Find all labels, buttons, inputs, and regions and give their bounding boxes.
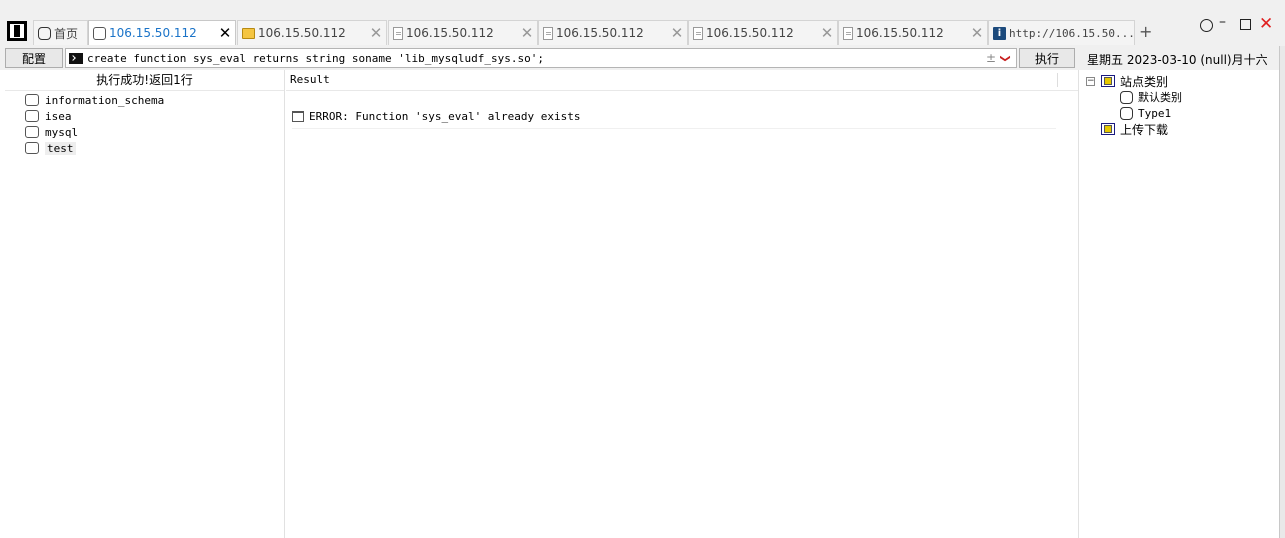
site-tree-panel: − 站点类别 默认类别 Type1 上传下载	[1080, 70, 1278, 538]
minimize-button[interactable]: –	[1219, 14, 1226, 30]
folder-icon	[242, 27, 255, 39]
tab-file-manager[interactable]: 106.15.50.112 ✕	[237, 20, 387, 45]
database-item-test[interactable]: test	[25, 140, 76, 156]
category-leaf-icon	[1120, 90, 1133, 104]
result-column-header[interactable]: Result	[286, 70, 1078, 91]
result-cell: ERROR: Function 'sys_eval' already exist…	[309, 109, 581, 123]
category-icon	[1101, 75, 1115, 87]
config-button[interactable]: 配置	[5, 48, 63, 68]
tab-database[interactable]: 106.15.50.112 ✕	[88, 20, 236, 45]
database-label: isea	[45, 109, 72, 123]
tab-web[interactable]: i http://106.15.50...	[988, 20, 1135, 45]
maximize-button[interactable]	[1240, 19, 1251, 30]
result-panel: Result ERROR: Function 'sys_eval' alread…	[286, 70, 1079, 538]
tab-bar: 首页 106.15.50.112 ✕ 106.15.50.112 ✕ 106.1…	[0, 0, 1285, 46]
close-icon[interactable]: ✕	[667, 24, 687, 42]
database-label: mysql	[45, 125, 79, 139]
tab-document-4[interactable]: 106.15.50.112 ✕	[838, 20, 988, 45]
tab-label: http://106.15.50...	[1009, 26, 1134, 40]
close-window-button[interactable]: ✕	[1259, 14, 1273, 34]
tree-label: 上传下载	[1120, 122, 1169, 137]
chevron-down-icon[interactable]: ❯	[1000, 51, 1011, 65]
table-row[interactable]: ERROR: Function 'sys_eval' already exist…	[292, 104, 1056, 129]
database-icon	[25, 126, 39, 138]
database-label: test	[45, 141, 76, 155]
row-icon	[292, 110, 304, 122]
terminal-icon	[69, 52, 83, 64]
database-item-isea[interactable]: isea	[25, 108, 72, 124]
scrollbar-edge[interactable]	[1279, 46, 1285, 538]
tree-label: Type1	[1138, 106, 1172, 120]
tree-site-category[interactable]: − 站点类别	[1086, 73, 1168, 89]
history-icon[interactable]: ±	[984, 51, 998, 65]
database-icon	[25, 94, 39, 106]
info-icon: i	[993, 26, 1006, 40]
collapse-icon[interactable]: −	[1086, 76, 1095, 86]
tab-label: 106.15.50.112	[258, 26, 346, 40]
tab-label: 106.15.50.112	[109, 26, 197, 40]
tab-label: 106.15.50.112	[856, 26, 944, 40]
tab-label: 106.15.50.112	[706, 26, 794, 40]
close-icon[interactable]: ✕	[517, 24, 537, 42]
document-icon	[843, 26, 853, 40]
command-bar: 配置 ± ❯ 执行 星期五 2023-03-10 (null)月十六	[0, 46, 1285, 70]
database-icon	[93, 26, 106, 40]
status-message: 执行成功!返回1行	[5, 70, 284, 91]
tab-home[interactable]: 首页	[33, 20, 88, 45]
tab-document-1[interactable]: 106.15.50.112 ✕	[388, 20, 538, 45]
home-icon	[38, 26, 51, 40]
tree-label: 站点类别	[1120, 74, 1169, 89]
database-icon	[25, 110, 39, 122]
tab-label: 首页	[54, 26, 79, 41]
database-icon	[25, 142, 39, 154]
sql-input[interactable]	[87, 50, 984, 66]
tree-upload-download[interactable]: 上传下载	[1101, 121, 1168, 137]
close-icon[interactable]: ✕	[817, 24, 837, 42]
document-icon	[693, 26, 703, 40]
tree-item-default-category[interactable]: 默认类别	[1120, 89, 1182, 105]
database-item-information-schema[interactable]: information_schema	[25, 92, 164, 108]
execute-button[interactable]: 执行	[1019, 48, 1075, 68]
database-label: information_schema	[45, 93, 165, 107]
database-item-mysql[interactable]: mysql	[25, 124, 78, 140]
close-icon[interactable]: ✕	[215, 24, 235, 42]
sql-command-box: ± ❯	[65, 48, 1017, 68]
tab-label: 106.15.50.112	[406, 26, 494, 40]
tab-document-3[interactable]: 106.15.50.112 ✕	[688, 20, 838, 45]
restore-icon[interactable]	[1200, 19, 1213, 32]
datetime-display: 星期五 2023-03-10 (null)月十六	[1087, 53, 1268, 67]
close-icon[interactable]: ✕	[366, 24, 386, 42]
category-leaf-icon	[1120, 106, 1133, 120]
tab-label: 106.15.50.112	[556, 26, 644, 40]
new-tab-button[interactable]: +	[1139, 22, 1152, 41]
upload-download-icon	[1101, 123, 1115, 135]
document-icon	[543, 26, 553, 40]
tab-document-2[interactable]: 106.15.50.112 ✕	[538, 20, 688, 45]
tree-item-type1[interactable]: Type1	[1120, 105, 1171, 121]
tree-label: 默认类别	[1138, 91, 1182, 104]
app-logo-icon	[7, 21, 27, 41]
database-panel: 执行成功!返回1行 information_schema isea mysql …	[5, 70, 285, 538]
document-icon	[393, 26, 403, 40]
close-icon[interactable]: ✕	[967, 24, 987, 42]
